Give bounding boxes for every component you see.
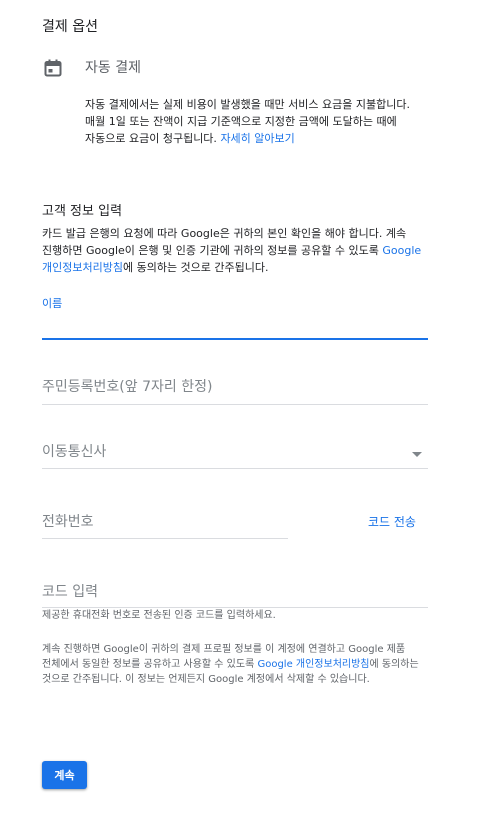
payment-options-title: 결제 옵션 [42, 19, 98, 35]
name-underline [42, 338, 428, 340]
name-label: 이름 [42, 297, 63, 310]
code-underline [42, 607, 428, 608]
customer-info-description: 카드 발급 은행의 요청에 따라 Google은 귀하의 본인 확인을 해야 합… [42, 225, 434, 276]
code-hint: 제공한 휴대전화 번호로 전송된 인증 코드를 입력하세요. [42, 610, 276, 621]
carrier-underline [42, 468, 428, 469]
consent-privacy-policy-link[interactable]: Google 개인정보처리방침 [257, 659, 369, 670]
consent-text: 계속 진행하면 Google이 귀하의 결제 프로필 정보를 이 계정에 연결하… [42, 642, 432, 687]
code-label: 코드 입력 [42, 584, 98, 600]
customer-info-text-before: 카드 발급 은행의 요청에 따라 Google은 귀하의 본인 확인을 해야 합… [42, 227, 407, 257]
chevron-down-icon [412, 452, 422, 457]
send-code-button[interactable]: 코드 전송 [368, 513, 416, 531]
calendar-icon [44, 59, 62, 77]
customer-info-title: 고객 정보 입력 [42, 204, 123, 219]
autopay-description: 자동 결제에서는 실제 비용이 발생했을 때만 서비스 요금을 지불합니다. 매… [85, 96, 431, 147]
phone-underline [42, 538, 288, 539]
rrn-field[interactable]: 주민등록번호(앞 7자리 한정) [42, 377, 428, 405]
carrier-label: 이동통신사 [42, 444, 107, 460]
phone-field[interactable]: 전화번호 [42, 512, 288, 540]
name-field[interactable]: 이름 [42, 297, 428, 341]
rrn-underline [42, 404, 428, 405]
customer-info-text-after: 에 동의하는 것으로 간주됩니다. [122, 261, 269, 274]
code-field[interactable]: 코드 입력 [42, 582, 428, 610]
carrier-select[interactable]: 이동통신사 [42, 442, 428, 470]
learn-more-link[interactable]: 자세히 알아보기 [220, 132, 294, 145]
rrn-label: 주민등록번호(앞 7자리 한정) [42, 379, 213, 395]
autopay-label: 자동 결제 [85, 60, 141, 76]
phone-label: 전화번호 [42, 514, 94, 530]
continue-button[interactable]: 계속 [42, 761, 87, 789]
